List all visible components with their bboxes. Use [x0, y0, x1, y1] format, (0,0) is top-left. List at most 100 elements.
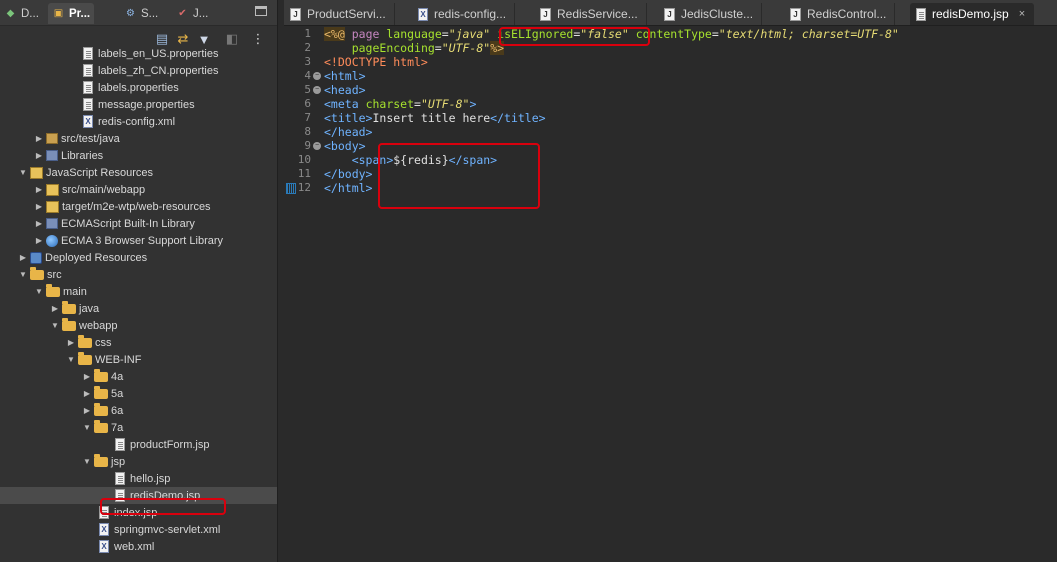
package-explorer-icon: ◆: [6, 8, 15, 19]
expanded-arrow-icon[interactable]: ▼: [82, 457, 92, 466]
collapsed-arrow-icon[interactable]: ▶: [18, 253, 28, 262]
tree-item[interactable]: ▼ webapp: [0, 317, 277, 334]
tree-item[interactable]: ▼ jsp: [0, 453, 277, 470]
editor-tabs: J ProductServi... Xredis-config... J RedisSe…: [284, 0, 1057, 26]
file-icon: [115, 472, 125, 485]
deployed-resources-icon: [30, 251, 42, 264]
left-tab-2[interactable]: ⚙ S...: [120, 3, 162, 24]
close-icon[interactable]: ×: [1019, 8, 1025, 20]
code-line-12: </html>: [324, 181, 373, 195]
jsp-file-icon: [916, 7, 926, 21]
file-icon: [83, 47, 93, 60]
expanded-arrow-icon[interactable]: ▼: [18, 168, 28, 177]
project-explorer-icon: ▣: [53, 8, 64, 19]
maximize-icon[interactable]: [255, 6, 267, 16]
collapsed-arrow-icon[interactable]: ▶: [34, 151, 44, 160]
tree-item[interactable]: ▶ target/m2e-wtp/web-resources: [0, 198, 277, 215]
tree-item-label: message.properties: [98, 98, 195, 111]
tree-item[interactable]: Xweb.xml: [0, 538, 277, 555]
expanded-arrow-icon[interactable]: ▼: [82, 423, 92, 432]
tree-item-label: 5a: [111, 387, 124, 400]
fold-toggle-icon[interactable]: −: [313, 86, 321, 94]
code-area[interactable]: <%@ page language="java" isELIgnored="fa…: [324, 27, 1057, 562]
editor-tab-label: RedisService...: [557, 7, 638, 21]
tree-item[interactable]: labels.properties: [0, 79, 277, 96]
left-tab-label: J...: [193, 7, 209, 20]
tree-item[interactable]: ▶ 5a: [0, 385, 277, 402]
javascript-resource-icon: [30, 166, 43, 179]
tree-item[interactable]: ▼ 7a: [0, 419, 277, 436]
tree-item[interactable]: labels_en_US.properties: [0, 45, 277, 62]
tree-item-label: target/m2e-wtp/web-resources: [62, 200, 211, 213]
tree-item-label: labels_zh_CN.properties: [98, 64, 219, 77]
expanded-arrow-icon[interactable]: ▼: [50, 321, 60, 330]
tree-item[interactable]: ▶ src/test/java: [0, 130, 277, 147]
tree-item[interactable]: ▶ java: [0, 300, 277, 317]
collapsed-arrow-icon[interactable]: ▶: [82, 406, 92, 415]
tree-item[interactable]: ▶ Libraries: [0, 147, 277, 164]
editor-tab-1[interactable]: Xredis-config...: [412, 3, 516, 25]
editor-tab-5[interactable]: redisDemo.jsp ×: [910, 3, 1035, 25]
collapsed-arrow-icon[interactable]: ▶: [34, 236, 44, 245]
highlight-span-redis: [378, 143, 540, 209]
left-tab-0[interactable]: ◆ D...: [0, 3, 43, 24]
tree-item[interactable]: ▶ Deployed Resources: [0, 249, 277, 266]
tree-item[interactable]: labels_zh_CN.properties: [0, 62, 277, 79]
folder-icon: [62, 317, 76, 331]
xml-file-icon: X: [99, 540, 109, 553]
line-number: 2: [304, 41, 311, 54]
tree-item[interactable]: ▼ JavaScript Resources: [0, 164, 277, 181]
tree-item[interactable]: productForm.jsp: [0, 436, 277, 453]
expanded-arrow-icon[interactable]: ▼: [34, 287, 44, 296]
tree-item-label: ECMA 3 Browser Support Library: [61, 234, 224, 247]
tree-item[interactable]: Xspringmvc-servlet.xml: [0, 521, 277, 538]
collapsed-arrow-icon[interactable]: ▶: [34, 185, 44, 194]
tree-item[interactable]: ▶ ECMA 3 Browser Support Library: [0, 232, 277, 249]
fold-toggle-icon[interactable]: −: [313, 72, 321, 80]
highlight-redisdemo-file: [100, 498, 226, 515]
code-line-9: <body>: [324, 139, 366, 153]
tree-item[interactable]: ▼ src: [0, 266, 277, 283]
tree-item[interactable]: ▶ css: [0, 334, 277, 351]
expanded-arrow-icon[interactable]: ▼: [18, 270, 28, 279]
collapsed-arrow-icon[interactable]: ▶: [34, 134, 44, 143]
editor-tab-3[interactable]: J JedisCluste...: [658, 3, 763, 25]
editor-tab-2[interactable]: J RedisService...: [534, 3, 647, 25]
highlight-iselignored: [499, 27, 650, 46]
collapsed-arrow-icon[interactable]: ▶: [34, 219, 44, 228]
left-tab-1[interactable]: ▣ Pr...: [48, 3, 95, 24]
expanded-arrow-icon[interactable]: ▼: [66, 355, 76, 364]
code-line-11: </body>: [324, 167, 373, 181]
tree-item-label: 7a: [111, 421, 124, 434]
folder-icon: [94, 402, 108, 416]
file-icon: [83, 98, 93, 111]
collapsed-arrow-icon[interactable]: ▶: [34, 202, 44, 211]
collapsed-arrow-icon[interactable]: ▶: [82, 372, 92, 381]
editor-tab-4[interactable]: J RedisControl...: [784, 3, 896, 25]
tree-item[interactable]: ▶ ECMAScript Built-In Library: [0, 215, 277, 232]
tree-item[interactable]: ▶ 4a: [0, 368, 277, 385]
tree-item[interactable]: ▼ WEB-INF: [0, 351, 277, 368]
tree-item[interactable]: ▶ src/main/webapp: [0, 181, 277, 198]
tree-item[interactable]: Xredis-config.xml: [0, 113, 277, 130]
collapsed-arrow-icon[interactable]: ▶: [66, 338, 76, 347]
code-line-5: <head>: [324, 83, 366, 97]
fold-toggle-icon[interactable]: −: [313, 142, 321, 150]
line-number: 10: [297, 153, 311, 166]
editor-tab-0[interactable]: J ProductServi...: [284, 3, 395, 25]
panel-splitter[interactable]: [277, 0, 284, 562]
java-file-icon: J: [540, 7, 551, 21]
java-file-icon: J: [664, 7, 675, 21]
left-tab-3[interactable]: ✔ J...: [172, 3, 212, 24]
line-number: 1: [304, 27, 311, 40]
xml-file-icon: X: [83, 115, 93, 128]
tree-item-label: springmvc-servlet.xml: [114, 523, 221, 536]
tree-item[interactable]: ▶ 6a: [0, 402, 277, 419]
collapsed-arrow-icon[interactable]: ▶: [82, 389, 92, 398]
tree-item-label: webapp: [79, 319, 118, 332]
tree-item[interactable]: message.properties: [0, 96, 277, 113]
tree-item[interactable]: ▼ main: [0, 283, 277, 300]
collapsed-arrow-icon[interactable]: ▶: [50, 304, 60, 313]
left-tab-label: S...: [141, 7, 159, 20]
tree-item[interactable]: hello.jsp: [0, 470, 277, 487]
